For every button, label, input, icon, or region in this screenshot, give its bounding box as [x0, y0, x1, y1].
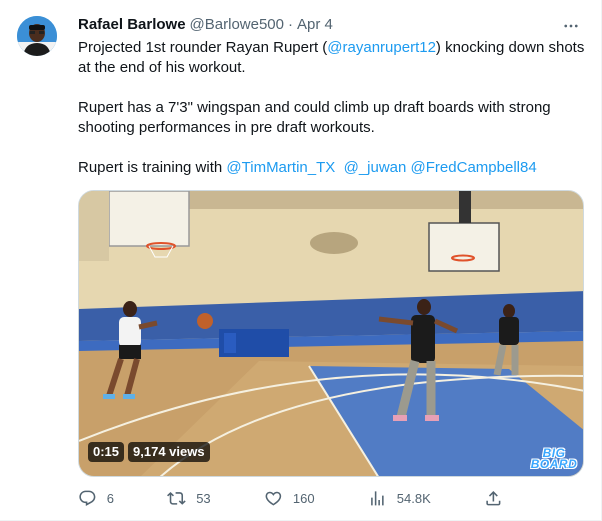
tweet-paragraph: Projected 1st rounder Rayan Rupert (@ray…	[78, 38, 588, 78]
heart-icon	[265, 491, 282, 506]
views-button[interactable]: 54.8K	[368, 486, 431, 510]
author-handle[interactable]: @Barlowe500	[190, 15, 284, 35]
action-bar: 6 53 160 54.8K	[78, 486, 503, 510]
more-icon[interactable]	[561, 16, 581, 36]
video-duration: 0:15	[88, 442, 125, 462]
tweet-date[interactable]: Apr 4	[297, 15, 333, 35]
tweet-header: Rafael Barlowe @Barlowe500 · Apr 4	[78, 15, 333, 35]
analytics-icon	[371, 490, 384, 506]
share-icon	[486, 490, 501, 506]
retweet-count: 53	[196, 490, 211, 506]
retweet-icon	[167, 491, 187, 505]
big-board-watermark: BIG BOARD	[526, 447, 582, 471]
retweet-button[interactable]: 53	[167, 486, 211, 510]
share-button[interactable]	[484, 486, 503, 510]
views-count: 54.8K	[396, 490, 431, 506]
text-span: Projected 1st rounder Rayan Rupert (	[78, 39, 328, 56]
reply-icon	[79, 490, 96, 506]
tweet-paragraph: Rupert has a 7'3" wingspan and could cli…	[78, 99, 551, 136]
separator-dot: ·	[288, 16, 293, 33]
mention-link[interactable]: @rayanrupert12	[327, 39, 436, 56]
mention-link[interactable]: @TimMartin_TX	[226, 159, 335, 176]
text-span: Rupert is training with	[78, 159, 227, 176]
video-player[interactable]	[78, 190, 584, 477]
watermark-line: BOARD	[530, 457, 578, 471]
mention-link[interactable]: @_juwan	[344, 159, 407, 176]
tweet-paragraph: Rupert is training with @TimMartin_TX @_…	[78, 158, 588, 178]
like-count: 160	[292, 490, 315, 506]
video-info: 0:15 9,174 views	[88, 442, 210, 462]
tweet-text: Projected 1st rounder Rayan Rupert (@ray…	[78, 38, 588, 178]
avatar[interactable]	[17, 16, 57, 56]
video-frame	[79, 191, 583, 476]
mention-link[interactable]: @FredCampbell84	[411, 159, 537, 176]
author-name[interactable]: Rafael Barlowe	[78, 15, 186, 35]
reply-button[interactable]: 6	[78, 486, 114, 510]
video-views: 9,174 views	[128, 442, 210, 462]
reply-count: 6	[106, 490, 114, 506]
tweet-card[interactable]: Rafael Barlowe @Barlowe500 · Apr 4 Proje…	[0, 0, 602, 521]
like-button[interactable]: 160	[264, 486, 315, 510]
